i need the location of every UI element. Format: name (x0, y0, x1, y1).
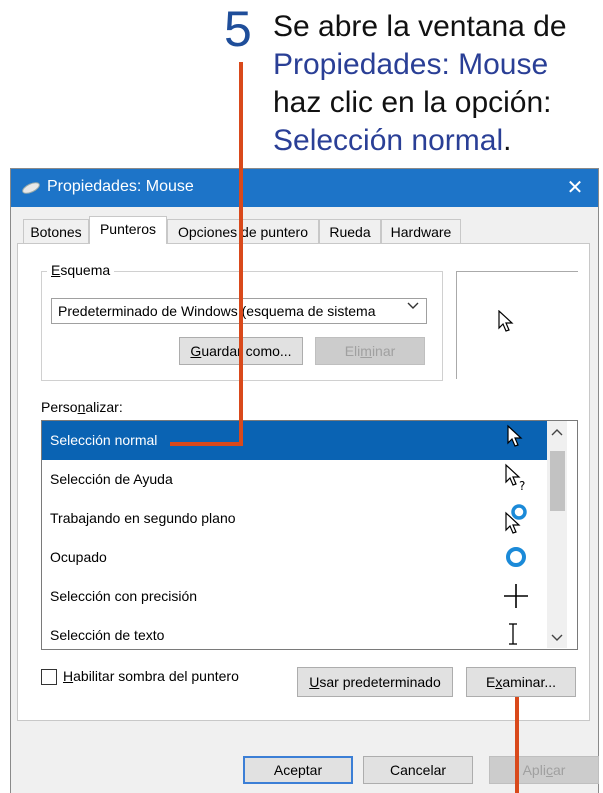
list-item-seleccion-con-precision[interactable]: Selección con precisión (42, 577, 548, 616)
callout-line-3: haz clic en la opción: (273, 86, 552, 119)
ok-button[interactable]: Aceptar (243, 756, 353, 784)
cancel-button[interactable]: Cancelar (363, 756, 473, 784)
step-number: 5 (224, 1, 252, 57)
callout-period: . (503, 124, 512, 157)
list-item-label: Trabajando en segundo plano (50, 510, 236, 526)
list-item-trabajando-en-segundo-plano[interactable]: Trabajando en segundo plano (42, 499, 548, 538)
list-item-seleccion-normal[interactable]: Selección normal (42, 421, 548, 460)
callout-pointer-line (239, 62, 243, 446)
delete-button[interactable]: Eliminar (315, 337, 425, 365)
list-item-seleccion-de-texto[interactable]: Selección de texto (42, 616, 548, 649)
scroll-up-icon[interactable] (550, 425, 564, 443)
title-bar[interactable]: Propiedades: Mouse ✕ (11, 169, 598, 207)
use-default-button[interactable]: Usar predeterminado (297, 667, 453, 697)
tab-botones[interactable]: Botones (23, 219, 89, 243)
list-item-seleccion-de-ayuda[interactable]: Selección de Ayuda ? (42, 460, 548, 499)
shadow-checkbox-label[interactable]: Habilitar sombra del puntero (63, 668, 239, 684)
list-item-label: Selección con precisión (50, 588, 198, 604)
list-item-label: Selección normal (50, 432, 158, 448)
mouse-icon (22, 182, 40, 194)
list-item-ocupado[interactable]: Ocupado (42, 538, 548, 577)
tab-opciones-de-puntero[interactable]: Opciones de puntero (167, 219, 319, 243)
help-pointer-icon: ? (505, 463, 525, 493)
apply-button[interactable]: Aplicar (489, 756, 599, 784)
pointer-list: Selección normal Selección de Ayuda ? Tr… (41, 420, 578, 650)
tab-punteros[interactable]: Punteros (89, 216, 167, 244)
busy-icon (506, 547, 526, 567)
arrow-pointer-icon (507, 424, 523, 447)
callout-line-2: Propiedades: Mouse (273, 48, 549, 81)
customize-label: Personalizar: (41, 399, 123, 415)
chevron-down-icon[interactable] (407, 300, 419, 314)
shadow-checkbox[interactable] (41, 669, 57, 685)
close-icon[interactable]: ✕ (560, 173, 590, 203)
scrollbar-thumb[interactable] (550, 451, 565, 511)
crosshair-icon (504, 584, 528, 608)
list-item-label: Selección de Ayuda (50, 471, 173, 487)
callout-line-1: Se abre la ventana de (273, 10, 567, 43)
callout-highlight: Selección normal (273, 124, 504, 157)
svg-text:?: ? (519, 479, 525, 493)
callout-pointer-horizontal (170, 442, 243, 446)
text-beam-icon (509, 623, 517, 645)
scroll-down-icon[interactable] (550, 631, 564, 649)
window-title: Propiedades: Mouse (47, 178, 194, 195)
browse-pointer-line (515, 697, 519, 793)
pointer-preview (456, 271, 578, 379)
scheme-label: Esquema (47, 262, 115, 278)
callout-line-4: Selección normal. (273, 122, 511, 160)
list-item-label: Selección de texto (50, 627, 165, 643)
mouse-properties-window: Propiedades: Mouse ✕ Botones Punteros Op… (10, 168, 599, 793)
browse-button[interactable]: Examinar... (466, 667, 576, 697)
list-item-label: Ocupado (50, 549, 107, 565)
tab-rueda[interactable]: Rueda (319, 219, 381, 243)
tab-hardware[interactable]: Hardware (381, 219, 461, 243)
working-in-background-icon (505, 504, 527, 534)
preview-arrow-icon (498, 310, 514, 332)
